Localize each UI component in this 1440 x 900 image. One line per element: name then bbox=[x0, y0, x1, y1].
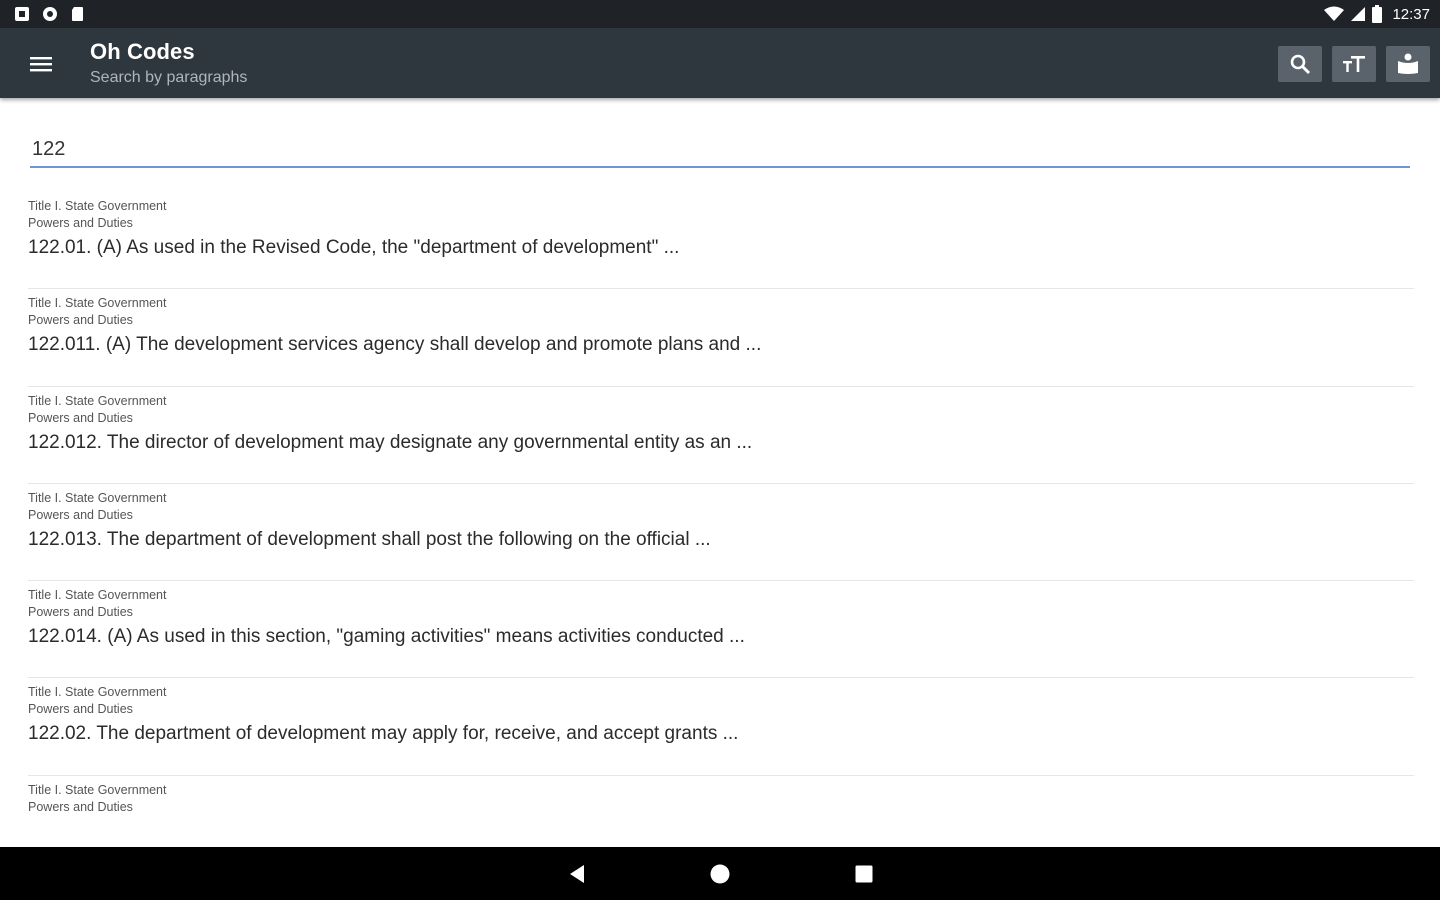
back-icon bbox=[570, 865, 584, 883]
app-bar-actions bbox=[1278, 46, 1430, 82]
result-text: 122.01. (A) As used in the Revised Code,… bbox=[28, 237, 680, 258]
result-chapter: Powers and Duties bbox=[28, 799, 133, 814]
result-chapter: Powers and Duties bbox=[28, 410, 133, 425]
list-item[interactable]: Title I. State Government Powers and Dut… bbox=[28, 581, 1414, 679]
list-item[interactable]: Title I. State Government Powers and Dut… bbox=[28, 289, 1414, 387]
back-button[interactable] bbox=[564, 861, 590, 887]
result-text: 122.012. The director of development may… bbox=[28, 431, 753, 453]
result-title: Title I. State Government bbox=[28, 782, 167, 797]
wifi-icon bbox=[1324, 6, 1345, 21]
list-item[interactable]: Title I. State Government Powers and Dut… bbox=[28, 192, 1414, 290]
nav-bar bbox=[0, 847, 1440, 900]
recents-button[interactable] bbox=[851, 861, 877, 887]
search-input[interactable] bbox=[30, 132, 1410, 168]
result-title: Title I. State Government bbox=[28, 393, 167, 408]
cell-signal-icon bbox=[1351, 7, 1366, 21]
result-text: 122.014. (A) As used in this section, "g… bbox=[28, 626, 745, 648]
sd-card-icon bbox=[72, 7, 83, 21]
result-text: 122.011. (A) The development services ag… bbox=[28, 334, 762, 356]
result-text: 122.02. The department of development ma… bbox=[28, 723, 739, 745]
result-chapter: Powers and Duties bbox=[28, 605, 133, 620]
text-size-icon bbox=[1343, 56, 1365, 72]
app-bar: Oh Codes Search by paragraphs bbox=[0, 28, 1440, 98]
home-button[interactable] bbox=[707, 861, 733, 887]
list-item[interactable]: Title I. State Government Powers and Dut… bbox=[28, 387, 1414, 484]
results-list: Title I. State Government Powers and Dut… bbox=[28, 192, 1414, 873]
result-title: Title I. State Government bbox=[28, 685, 167, 700]
result-text: 122.013. The department of development s… bbox=[28, 528, 711, 550]
status-bar: 12:37 bbox=[0, 0, 1440, 28]
menu-button[interactable] bbox=[22, 45, 60, 83]
notification-b-icon bbox=[43, 7, 57, 21]
result-title: Title I. State Government bbox=[28, 588, 167, 603]
list-item[interactable]: Title I. State Government Powers and Dut… bbox=[28, 678, 1414, 776]
recents-icon bbox=[855, 865, 873, 883]
list-item[interactable]: Title I. State Government Powers and Dut… bbox=[28, 484, 1414, 582]
clock: 12:37 bbox=[1392, 5, 1430, 23]
result-title: Title I. State Government bbox=[28, 199, 167, 213]
app-titles: Oh Codes Search by paragraphs bbox=[90, 39, 247, 87]
result-title: Title I. State Government bbox=[28, 296, 167, 311]
app-title: Oh Codes bbox=[90, 39, 195, 64]
hamburger-menu-icon bbox=[30, 57, 52, 72]
home-icon bbox=[710, 864, 730, 884]
text-size-button[interactable] bbox=[1332, 46, 1376, 82]
result-chapter: Powers and Duties bbox=[28, 507, 133, 522]
notification-a-icon bbox=[15, 7, 29, 21]
reader-icon bbox=[1398, 53, 1418, 74]
search-field-wrapper bbox=[30, 132, 1410, 170]
app-subtitle: Search by paragraphs bbox=[90, 69, 248, 86]
result-chapter: Powers and Duties bbox=[28, 313, 133, 328]
result-chapter: Powers and Duties bbox=[28, 702, 133, 717]
result-chapter: Powers and Duties bbox=[28, 216, 133, 230]
reader-button[interactable] bbox=[1386, 46, 1430, 82]
search-icon bbox=[1290, 54, 1311, 75]
battery-icon bbox=[1372, 5, 1383, 23]
result-title: Title I. State Government bbox=[28, 490, 167, 505]
search-button[interactable] bbox=[1278, 46, 1322, 82]
